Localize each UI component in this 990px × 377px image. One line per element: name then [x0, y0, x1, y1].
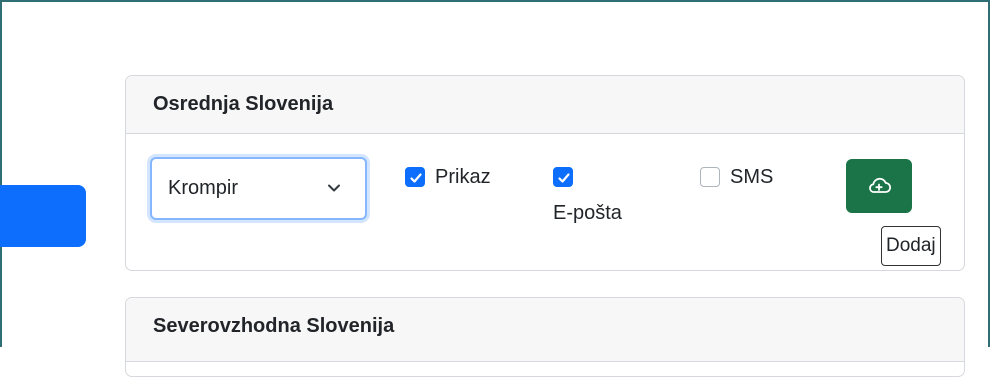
- checkbox-sms-label: SMS: [730, 166, 774, 188]
- checkmark-icon: [410, 173, 422, 183]
- checkbox-prikaz-label: Prikaz: [435, 166, 491, 188]
- region-card-severovzhodna: Severovzhodna Slovenija: [125, 297, 965, 377]
- cloud-plus-icon: [869, 177, 892, 193]
- region-title: Osrednja Slovenija: [153, 93, 334, 115]
- chevron-down-icon: [328, 184, 340, 192]
- checkbox-prikaz[interactable]: [405, 167, 425, 187]
- add-button[interactable]: [846, 159, 912, 213]
- add-button-tooltip: Dodaj: [881, 226, 941, 266]
- checkbox-eposta[interactable]: [553, 167, 573, 187]
- checkbox-sms[interactable]: [700, 167, 720, 187]
- region-title: Severovzhodna Slovenija: [153, 315, 395, 337]
- checkmark-icon: [558, 173, 570, 183]
- region-card-header: Osrednja Slovenija: [126, 76, 964, 134]
- product-select[interactable]: Krompir: [150, 157, 367, 220]
- checkbox-eposta-label: E-pošta: [553, 202, 622, 224]
- product-select-value: Krompir: [168, 177, 239, 199]
- region-card-header: Severovzhodna Slovenija: [126, 298, 964, 362]
- tooltip-text: Dodaj: [886, 235, 936, 256]
- side-action-button[interactable]: [0, 185, 86, 247]
